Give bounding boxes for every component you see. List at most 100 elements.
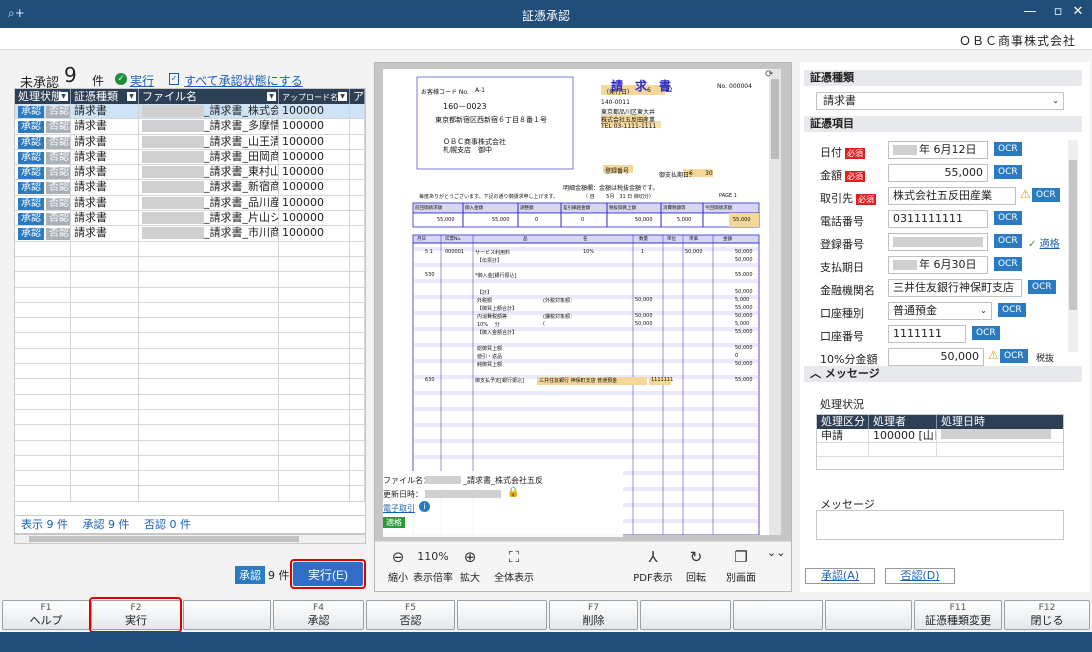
line-item: 内消費税額等 [477, 314, 508, 320]
fields-scrollbar[interactable] [1068, 140, 1078, 352]
table-row[interactable]: 承認否認 請求書 _請求書_山王清掃 100000 [15, 134, 365, 150]
reject-tag[interactable]: 否認 [46, 228, 70, 241]
field-input[interactable]: 株式会社五反田産業 [888, 187, 1016, 205]
ocr-button[interactable]: OCR [972, 326, 1000, 340]
fkey-f11[interactable]: F11 証憑種類変更 [914, 600, 1002, 630]
field-input[interactable]: 55,000 [888, 164, 988, 182]
close-button[interactable]: ✕ [1064, 4, 1092, 19]
fkey-f4[interactable]: F4 承認 [273, 600, 364, 630]
reject-tag[interactable]: 否認 [46, 151, 70, 164]
field-input[interactable]: 年 6月12日 [888, 141, 988, 159]
line-amount: 50,000 [735, 313, 753, 319]
fkey-blank-8[interactable] [733, 600, 823, 630]
invoice-text: 000004 [729, 83, 752, 90]
filter-icon[interactable]: ▼ [338, 92, 347, 101]
reject-button[interactable]: 否認(D) [885, 568, 955, 584]
fkey-f5[interactable]: F5 否認 [366, 600, 455, 630]
fkey-blank-9[interactable] [825, 600, 912, 630]
popout-button[interactable]: ❐ 別画面 [721, 548, 761, 584]
ocr-button[interactable]: OCR [1032, 188, 1060, 202]
ocr-button[interactable]: OCR [994, 234, 1022, 248]
message-input[interactable] [816, 510, 1064, 540]
message-header[interactable]: ︿ メッセージ [804, 366, 1082, 382]
execute-link[interactable]: 実行 [130, 72, 154, 89]
field-input[interactable]: 普通預金 ⌄ [888, 302, 992, 320]
fkey-blank-5[interactable] [457, 600, 547, 630]
table-row[interactable]: 承認否認 請求書 _請求書_多摩情報 100000 [15, 119, 365, 135]
table-row[interactable]: 承認否認 請求書 _請求書_市川商事 100000 [15, 226, 365, 242]
reject-tag[interactable]: 否認 [46, 213, 70, 226]
refresh-icon[interactable]: ⟳ [765, 69, 773, 80]
fkey-blank-7[interactable] [640, 600, 731, 630]
approve-tag[interactable]: 承認 [18, 121, 44, 134]
col-file[interactable]: ファイル名 ▼ [139, 89, 279, 104]
minimize-button[interactable]: — [1016, 4, 1044, 19]
fkey-f7[interactable]: F7 削除 [549, 600, 638, 630]
edoc-link[interactable]: 電子取引 [383, 503, 415, 514]
reject-tag[interactable]: 否認 [46, 182, 70, 195]
pdf-view-button[interactable]: ⅄ PDF表示 [633, 548, 673, 584]
line-date: 5 1 [425, 249, 433, 255]
approve-tag[interactable]: 承認 [18, 151, 44, 164]
expand-icon[interactable]: ⌄⌄ [767, 546, 785, 559]
field-input[interactable]: 50,000 [888, 348, 984, 366]
filter-icon[interactable]: ▼ [127, 92, 136, 101]
field-input[interactable]: 0311111111 [888, 210, 988, 228]
table-row[interactable]: 承認否認 請求書 _請求書_新宿商事 100000 [15, 180, 365, 196]
approve-tag[interactable]: 承認 [18, 182, 44, 195]
table-row[interactable]: 承認否認 請求書 _請求書_田岡商会 100000 [15, 149, 365, 166]
filter-icon[interactable]: ▼ [267, 92, 276, 101]
approve-tag[interactable]: 承認 [18, 167, 44, 180]
approve-tag[interactable]: 承認 [18, 228, 44, 241]
ocr-button[interactable]: OCR [994, 257, 1022, 271]
zoom-in-button[interactable]: ⊕ 拡大 [455, 548, 485, 584]
rotate-button[interactable]: ↻ 回転 [681, 548, 711, 584]
file-label: ファイル名： [383, 476, 431, 485]
fkey-f12[interactable]: F12 閉じる [1004, 600, 1090, 630]
fkey-blank-2[interactable] [183, 600, 271, 630]
approve-tag[interactable]: 承認 [18, 106, 44, 118]
table-row[interactable]: 承認否認 請求書 _請求書_東村山事 100000 [15, 165, 365, 181]
reject-tag[interactable]: 否認 [46, 106, 70, 118]
reject-tag[interactable]: 否認 [46, 121, 70, 134]
line-subv: 50,000 [635, 297, 653, 303]
viewer-scrollbar[interactable] [769, 69, 781, 535]
filter-icon[interactable]: ▼ [59, 92, 68, 101]
fit-all-button[interactable]: ⛶ 全体表示 [491, 548, 537, 584]
field-input[interactable]: 年 6月30日 [888, 256, 988, 274]
line-amount: 55,000 [735, 329, 753, 335]
approve-tag[interactable]: 承認 [18, 136, 44, 149]
document-viewer: お客様コード No. A-1 160－0023 東京都新宿区西新宿６丁目８番１号… [374, 62, 792, 592]
field-input[interactable] [888, 233, 988, 251]
approve-tag[interactable]: 承認 [18, 213, 44, 226]
ocr-button[interactable]: OCR [994, 142, 1022, 156]
approve-button[interactable]: 承認(A) [805, 568, 875, 584]
ocr-button[interactable]: OCR [994, 211, 1022, 225]
info-icon[interactable]: i [419, 501, 430, 512]
horizontal-scrollbar[interactable] [14, 534, 366, 544]
field-input[interactable]: 1111111 [888, 325, 966, 343]
col-type[interactable]: 証憑種類 ▼ [71, 89, 139, 104]
table-row[interactable]: 承認否認 請求書 _請求書_品川産業 100000 [15, 195, 365, 212]
ocr-button[interactable]: OCR [998, 303, 1026, 317]
ocr-button[interactable]: OCR [1028, 280, 1056, 294]
col-upload[interactable]: アップロード名 ▼ [279, 89, 350, 104]
check-circle-icon: ✓ [115, 73, 127, 85]
table-row[interactable]: 承認否認 請求書 _請求書_株式会社 100000 [15, 104, 365, 120]
field-input[interactable]: 三井住友銀行神保町支店 [888, 279, 1022, 297]
col-status[interactable]: 処理状態 ▼ [15, 89, 71, 104]
ocr-button[interactable]: OCR [1000, 349, 1028, 363]
pdf-icon: ⅄ [648, 548, 658, 566]
reject-tag[interactable]: 否認 [46, 167, 70, 180]
ocr-button[interactable]: OCR [994, 165, 1022, 179]
col-extra[interactable]: ア [350, 89, 365, 104]
reject-tag[interactable]: 否認 [46, 136, 70, 149]
table-row[interactable]: 承認否認 請求書 _請求書_片山シス 100000 [15, 211, 365, 227]
reject-tag[interactable]: 否認 [46, 197, 70, 210]
doc-type-select[interactable]: 請求書 ⌄ [816, 92, 1064, 110]
approve-tag[interactable]: 承認 [18, 197, 44, 210]
fkey-f1[interactable]: F1 ヘルプ [2, 600, 90, 630]
valid-link[interactable]: 適格 [1040, 239, 1060, 250]
approve-all-link[interactable]: すべて承認状態にする [184, 72, 303, 89]
zoom-out-button[interactable]: ⊖ 縮小 [383, 548, 413, 584]
